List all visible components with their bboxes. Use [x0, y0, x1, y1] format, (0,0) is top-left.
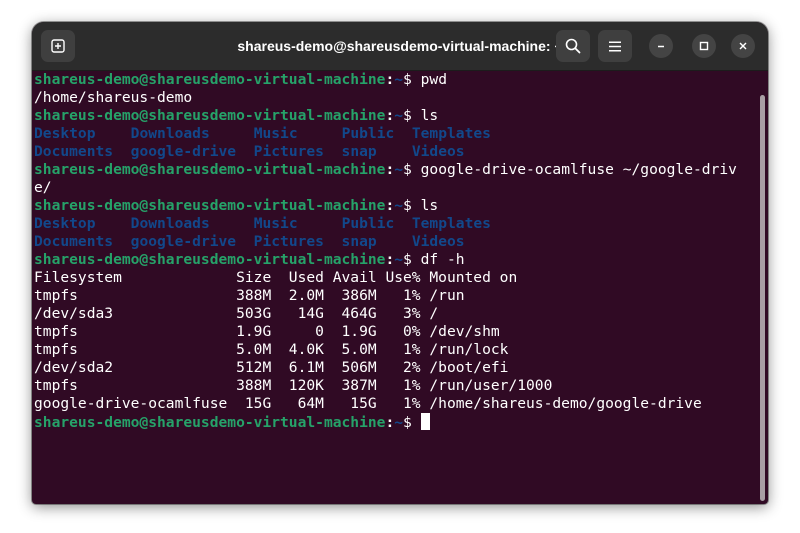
minimize-icon — [658, 45, 664, 48]
prompt-separator: : — [385, 71, 395, 88]
directory-entry: Documents — [34, 143, 114, 160]
directory-entry: Templates — [411, 215, 491, 232]
prompt-path: ~ — [394, 107, 404, 124]
close-icon — [739, 42, 747, 50]
directory-entry: Music — [253, 125, 298, 142]
directory-entry: Public — [341, 215, 395, 232]
df-row: tmpfs 388M 2.0M 386M 1% /run — [34, 287, 465, 304]
close-button[interactable] — [731, 34, 755, 58]
df-row: tmpfs 1.9G 0 1.9G 0% /dev/shm — [34, 323, 500, 340]
prompt-separator: : — [385, 251, 395, 268]
scrollbar[interactable] — [758, 71, 768, 504]
directory-entry: Videos — [411, 143, 465, 160]
command-text: ls — [420, 107, 439, 124]
prompt-symbol: $ — [403, 161, 421, 178]
new-tab-icon — [51, 39, 65, 53]
menu-button[interactable] — [598, 30, 632, 62]
command-text: google-drive-ocamlfuse ~/google-driv — [420, 161, 737, 178]
prompt-path: ~ — [394, 161, 404, 178]
prompt-user-host: shareus-demo@shareusdemo-virtual-machine — [34, 251, 386, 268]
scrollbar-thumb[interactable] — [760, 95, 765, 501]
terminal-line: shareus-demo@shareusdemo-virtual-machine… — [34, 161, 758, 179]
prompt-user-host: shareus-demo@shareusdemo-virtual-machine — [34, 197, 386, 214]
terminal-output[interactable]: shareus-demo@shareusdemo-virtual-machine… — [32, 71, 758, 504]
df-row: tmpfs 5.0M 4.0K 5.0M 1% /run/lock — [34, 341, 509, 358]
terminal-line: shareus-demo@shareusdemo-virtual-machine… — [34, 251, 758, 269]
directory-entry: Templates — [411, 125, 491, 142]
prompt-separator: : — [385, 197, 395, 214]
search-icon — [565, 38, 581, 54]
ls-output-row: Documents google-drive Pictures snap Vid… — [34, 233, 758, 251]
df-row: /dev/sda2 512M 6.1M 506M 2% /boot/efi — [34, 359, 509, 376]
maximize-button[interactable] — [692, 34, 716, 58]
command-text: df -h — [420, 251, 465, 268]
prompt-path: ~ — [394, 414, 404, 431]
terminal-line: shareus-demo@shareusdemo-virtual-machine… — [34, 197, 758, 215]
df-header: Filesystem Size Used Avail Use% Mounted … — [34, 269, 518, 286]
directory-entry: Documents — [34, 233, 114, 250]
prompt-path: ~ — [394, 251, 404, 268]
df-row: /dev/sda3 503G 14G 464G 3% / — [34, 305, 439, 322]
title-bar[interactable]: shareus-demo@shareusdemo-virtual-machine… — [32, 22, 768, 71]
terminal-line: shareus-demo@shareusdemo-virtual-machine… — [34, 71, 758, 89]
directory-entry: Pictures — [253, 143, 324, 160]
terminal-line: shareus-demo@shareusdemo-virtual-machine… — [34, 107, 758, 125]
directory-entry: Public — [341, 125, 395, 142]
prompt-separator: : — [385, 414, 395, 431]
command-text: pwd — [420, 71, 447, 88]
hamburger-menu-icon — [609, 41, 621, 51]
ls-output-row: Desktop Downloads Music Public Templates — [34, 215, 758, 233]
directory-entry: Desktop — [34, 125, 96, 142]
directory-entry: Desktop — [34, 215, 96, 232]
terminal-line-current[interactable]: shareus-demo@shareusdemo-virtual-machine… — [34, 413, 758, 431]
search-button[interactable] — [556, 30, 590, 62]
ls-output-row: Documents google-drive Pictures snap Vid… — [34, 143, 758, 161]
prompt-symbol: $ — [403, 197, 421, 214]
prompt-path: ~ — [394, 71, 404, 88]
prompt-symbol: $ — [403, 107, 421, 124]
command-output: /home/shareus-demo — [34, 89, 193, 106]
prompt-separator: : — [385, 161, 395, 178]
directory-entry: google-drive — [130, 233, 237, 250]
prompt-separator: : — [385, 107, 395, 124]
prompt-path: ~ — [394, 197, 404, 214]
maximize-icon — [699, 41, 709, 51]
prompt-user-host: shareus-demo@shareusdemo-virtual-machine — [34, 71, 386, 88]
new-tab-button[interactable] — [41, 30, 75, 62]
prompt-symbol: $ — [403, 414, 421, 431]
prompt-user-host: shareus-demo@shareusdemo-virtual-machine — [34, 414, 386, 431]
directory-entry: Music — [253, 215, 298, 232]
directory-entry: Videos — [411, 233, 465, 250]
directory-entry: snap — [341, 143, 377, 160]
minimize-button[interactable] — [649, 34, 673, 58]
directory-entry: google-drive — [130, 143, 237, 160]
prompt-symbol: $ — [403, 251, 421, 268]
text-cursor — [420, 413, 430, 430]
directory-entry: snap — [341, 233, 377, 250]
command-wrap: e/ — [34, 179, 52, 196]
terminal-window: shareus-demo@shareusdemo-virtual-machine… — [32, 22, 768, 504]
ls-output-row: Desktop Downloads Music Public Templates — [34, 125, 758, 143]
prompt-symbol: $ — [403, 71, 421, 88]
prompt-user-host: shareus-demo@shareusdemo-virtual-machine — [34, 107, 386, 124]
directory-entry: Downloads — [130, 125, 210, 142]
prompt-user-host: shareus-demo@shareusdemo-virtual-machine — [34, 161, 386, 178]
command-text: ls — [420, 197, 439, 214]
directory-entry: Downloads — [130, 215, 210, 232]
df-row: tmpfs 388M 120K 387M 1% /run/user/1000 — [34, 377, 553, 394]
directory-entry: Pictures — [253, 233, 324, 250]
df-row: google-drive-ocamlfuse 15G 64M 15G 1% /h… — [34, 395, 702, 412]
